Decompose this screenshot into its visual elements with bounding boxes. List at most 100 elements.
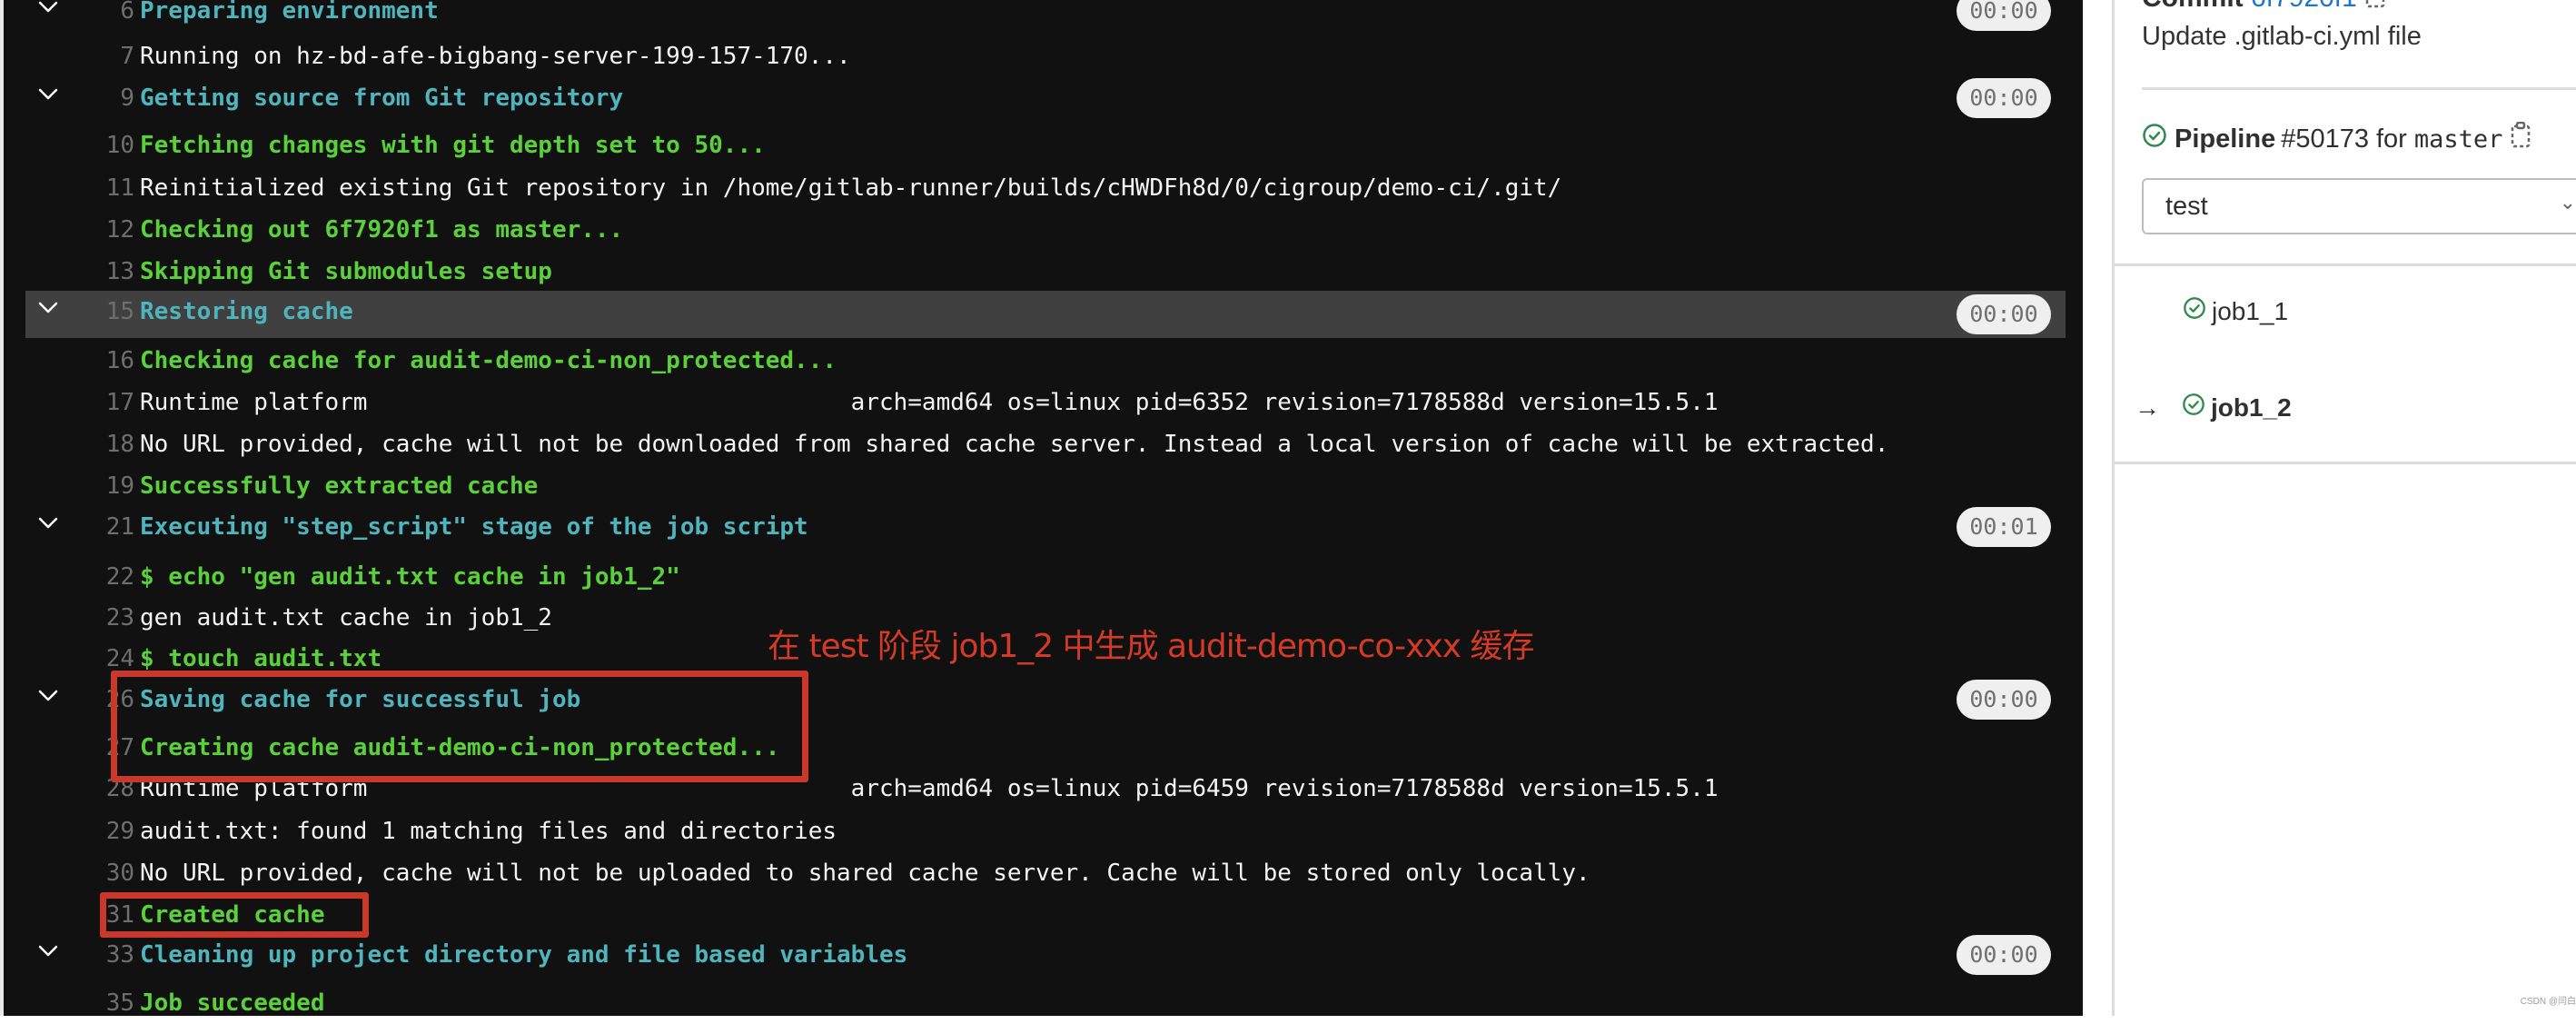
- job-item-job1-2[interactable]: → job1_2: [2135, 393, 2292, 423]
- line-number[interactable]: 33: [62, 934, 134, 976]
- job-log-panel: 6 Preparing environment 00:00 7 Running on h…: [4, 0, 2083, 1017]
- section-duration-badge: 00:00: [1957, 78, 2051, 118]
- log-line: 10 Fetching changes with git depth set to…: [25, 124, 2066, 166]
- copy-commit-icon[interactable]: [2364, 0, 2388, 16]
- line-number[interactable]: 13: [62, 251, 134, 293]
- pipeline-ref-link[interactable]: master: [2414, 125, 2503, 154]
- log-text: Executing "step_script" stage of the job…: [140, 513, 808, 541]
- line-number[interactable]: 9: [62, 77, 134, 119]
- log-text: Checking out 6f7920f1 as master...: [140, 216, 624, 244]
- section-duration-badge: 00:01: [1957, 507, 2051, 547]
- line-number[interactable]: 29: [62, 810, 134, 852]
- log-line: 18 No URL provided, cache will not be dow…: [25, 423, 2066, 465]
- job-name: job1_2: [2211, 393, 2292, 422]
- divider: [2112, 462, 2576, 464]
- log-text: Runtime platform arch=amd64 os=linux pid…: [140, 389, 1719, 416]
- log-line: 35 Job succeeded: [25, 982, 2066, 1024]
- log-line: 13 Skipping Git submodules setup: [25, 251, 2066, 293]
- line-number[interactable]: 10: [62, 124, 134, 166]
- job-sidebar: Commit 6f7920f1 Update .gitlab-ci.yml fi…: [2083, 0, 2576, 1016]
- log-text: Skipping Git submodules setup: [140, 258, 552, 285]
- section-duration-badge: 00:00: [1957, 680, 2051, 720]
- log-text: Checking cache for audit-demo-ci-non_pro…: [140, 347, 837, 374]
- log-section-header[interactable]: 6 Preparing environment 00:00: [25, 0, 2066, 32]
- log-text: Preparing environment: [140, 0, 439, 25]
- chevron-down-icon[interactable]: [35, 77, 62, 119]
- line-number[interactable]: 6: [62, 0, 134, 32]
- commit-row: Commit 6f7920f1: [2142, 0, 2388, 16]
- chevron-down-icon: ⌄: [2559, 191, 2576, 214]
- line-number[interactable]: 11: [62, 167, 134, 209]
- job-success-icon: [2182, 393, 2205, 423]
- chevron-down-icon[interactable]: [35, 506, 62, 548]
- chevron-down-icon[interactable]: [35, 0, 62, 32]
- stage-select[interactable]: test ⌄: [2142, 178, 2576, 234]
- log-text: No URL provided, cache will not be uploa…: [140, 860, 1590, 887]
- log-section-header[interactable]: 21 Executing "step_script" stage of the j…: [25, 506, 2066, 548]
- chevron-down-icon[interactable]: [35, 934, 62, 976]
- line-number[interactable]: 30: [62, 852, 134, 894]
- sidebar-border: [2112, 0, 2115, 1016]
- line-number[interactable]: 7: [62, 35, 134, 77]
- line-number[interactable]: 23: [62, 597, 134, 639]
- log-text: $ echo "gen audit.txt cache in job1_2": [140, 563, 680, 591]
- line-number[interactable]: 17: [62, 382, 134, 423]
- log-text: Reinitialized existing Git repository in…: [140, 174, 1562, 202]
- section-duration-badge: 00:00: [1957, 0, 2051, 31]
- log-section-header[interactable]: 9 Getting source from Git repository 00:00: [25, 77, 2066, 119]
- log-line: 12 Checking out 6f7920f1 as master...: [25, 209, 2066, 251]
- log-line: 30 No URL provided, cache will not be upl…: [25, 852, 2066, 894]
- annotation-box-created-cache: [100, 892, 369, 938]
- log-text: No URL provided, cache will not be downl…: [140, 431, 1889, 458]
- line-number[interactable]: 22: [62, 556, 134, 598]
- job-name: job1_1: [2212, 296, 2289, 325]
- log-text: Cleaning up project directory and file b…: [140, 941, 908, 969]
- log-line: 29 audit.txt: found 1 matching files and …: [25, 810, 2066, 852]
- annotation-text: 在 test 阶段 job1_2 中生成 audit-demo-co-xxx 缓…: [768, 628, 1534, 665]
- log-line: 16 Checking cache for audit-demo-ci-non_p…: [25, 340, 2066, 382]
- log-text: Fetching changes with git depth set to 5…: [140, 132, 766, 159]
- log-text: audit.txt: found 1 matching files and di…: [140, 818, 837, 845]
- log-line: 11 Reinitialized existing Git repository …: [25, 167, 2066, 209]
- line-number[interactable]: 18: [62, 423, 134, 465]
- section-duration-badge: 00:00: [1957, 935, 2051, 975]
- log-text: Job succeeded: [140, 989, 325, 1017]
- divider: [2142, 87, 2576, 90]
- commit-sha-link[interactable]: 6f7920f1: [2251, 0, 2357, 13]
- commit-label: Commit: [2142, 0, 2244, 13]
- line-number[interactable]: 15: [62, 291, 134, 333]
- job-item-job1-1[interactable]: job1_1: [2183, 296, 2288, 326]
- commit-message: Update .gitlab-ci.yml file: [2142, 22, 2422, 51]
- pipeline-for: for: [2375, 124, 2407, 154]
- log-text: Running on hz-bd-afe-bigbang-server-199-…: [140, 43, 851, 70]
- log-section-header[interactable]: 33 Cleaning up project directory and file…: [25, 934, 2066, 976]
- divider: [2112, 263, 2576, 266]
- log-line: 22 $ echo "gen audit.txt cache in job1_2": [25, 556, 2066, 598]
- log-text: Getting source from Git repository: [140, 85, 624, 112]
- line-number[interactable]: 19: [62, 465, 134, 507]
- pipeline-row: Pipeline #50173 for master: [2142, 121, 2533, 156]
- chevron-down-icon[interactable]: [35, 679, 62, 721]
- log-text: Successfully extracted cache: [140, 472, 539, 500]
- line-number[interactable]: 16: [62, 340, 134, 382]
- annotation-box-saving-cache: [111, 671, 808, 782]
- log-text: Restoring cache: [140, 298, 353, 325]
- log-line: 17 Runtime platform arch=amd64 os=linux p…: [25, 382, 2066, 423]
- stage-select-value: test: [2165, 192, 2208, 221]
- log-section-header[interactable]: 15 Restoring cache 00:00: [25, 291, 2066, 338]
- copy-ref-icon[interactable]: [2510, 121, 2533, 156]
- line-number[interactable]: 35: [62, 982, 134, 1024]
- line-number[interactable]: 21: [62, 506, 134, 548]
- current-job-arrow-icon: →: [2135, 393, 2160, 422]
- pipeline-link[interactable]: #50173: [2281, 124, 2369, 154]
- log-line: 19 Successfully extracted cache: [25, 465, 2066, 507]
- line-number[interactable]: 12: [62, 209, 134, 251]
- pipeline-success-icon: [2142, 123, 2167, 155]
- pipeline-label: Pipeline: [2175, 124, 2276, 154]
- job-success-icon: [2183, 296, 2206, 326]
- log-text: gen audit.txt cache in job1_2: [140, 604, 552, 631]
- watermark: CSDN @闫白: [2520, 997, 2576, 1007]
- section-duration-badge: 00:00: [1957, 294, 2051, 334]
- chevron-down-icon[interactable]: [35, 291, 62, 333]
- log-line: 7 Running on hz-bd-afe-bigbang-server-199…: [25, 35, 2066, 77]
